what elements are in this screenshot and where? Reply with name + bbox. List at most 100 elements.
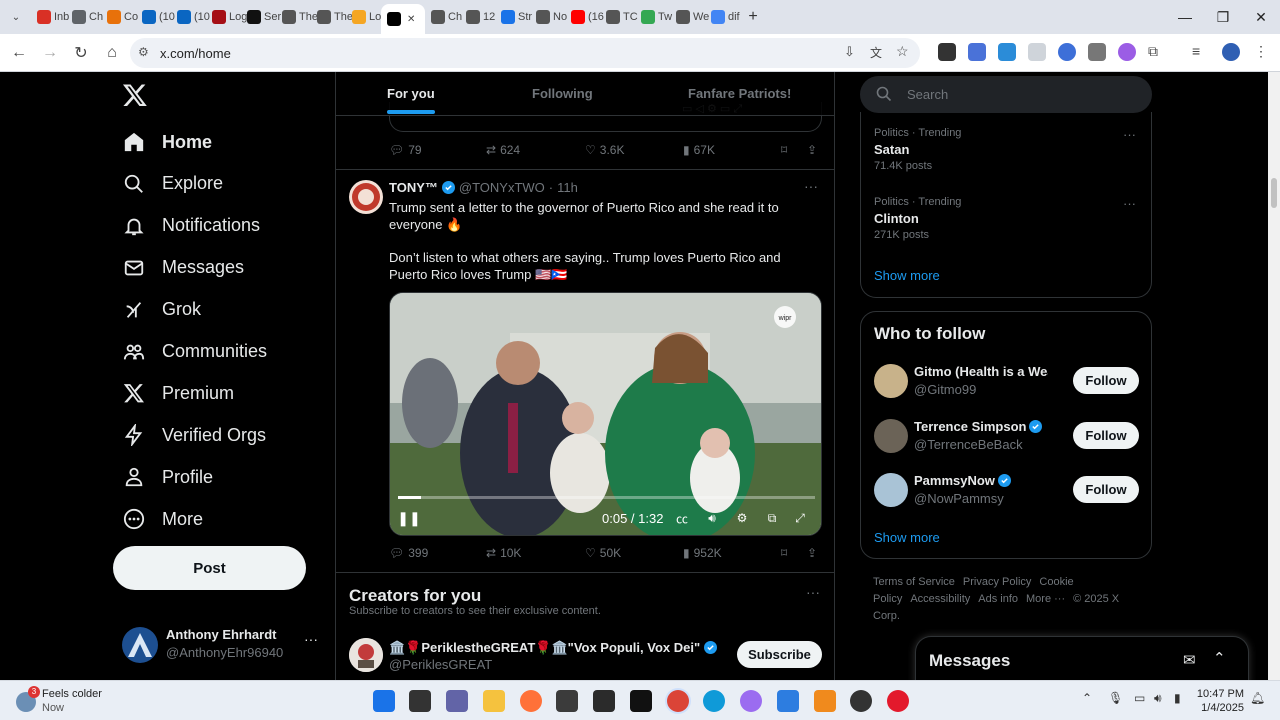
repost-button[interactable]: ⇄ 10K — [486, 546, 521, 560]
trends-show-more-link[interactable]: Show more — [874, 268, 940, 283]
reload-icon[interactable]: ↻ — [66, 38, 96, 68]
avatar[interactable] — [874, 473, 908, 507]
subscribe-button[interactable]: Subscribe — [737, 641, 822, 668]
nav-item-grok[interactable]: Grok — [122, 295, 201, 325]
browser-tab[interactable]: (10 — [136, 4, 175, 30]
system-clock[interactable]: 10:47 PM 1/4/2025 — [1196, 687, 1244, 715]
account-switcher[interactable]: Anthony Ehrhardt @AnthonyEhr96940 ··· — [122, 625, 327, 665]
weather-widget[interactable]: 3 Feels colder Now — [14, 686, 134, 716]
browser-tab[interactable]: Log — [206, 4, 247, 30]
notification-bell-icon[interactable]: 🔔︎ — [1250, 691, 1265, 705]
volume-icon[interactable]: 🔊︎ — [703, 509, 721, 527]
footer-link[interactable]: More ··· — [1026, 593, 1065, 605]
tab-for-you[interactable]: For you — [387, 86, 435, 114]
nav-item-home[interactable]: Home — [122, 127, 212, 157]
trend-item[interactable]: Politics · Trending Satan 71.4K posts ··· — [874, 127, 1144, 172]
nav-item-verified-orgs[interactable]: Verified Orgs — [122, 420, 266, 450]
settings-gear-icon[interactable]: ⚙ — [733, 509, 751, 527]
expand-drawer-icon[interactable]: ⌃ — [1213, 649, 1226, 667]
picture-in-picture-icon[interactable]: ⧉ — [763, 509, 781, 527]
chrome-icon[interactable] — [667, 690, 689, 712]
follow-button[interactable]: Follow — [1073, 421, 1139, 449]
home-page-icon[interactable]: ⌂ — [97, 38, 127, 68]
media-control-icon[interactable]: ≡ — [1192, 43, 1210, 61]
bookmark-button[interactable]: ⌑ — [781, 546, 787, 560]
follow-suggestion[interactable]: Terrence Simpson @TerrenceBeBack Follow — [861, 413, 1151, 457]
browser-tab[interactable]: No — [530, 4, 567, 30]
vlc-icon[interactable] — [814, 690, 836, 712]
app-icon[interactable] — [850, 690, 872, 712]
captions-icon[interactable]: ㏄ — [673, 509, 691, 527]
share-button[interactable]: ⇪ — [807, 546, 817, 560]
minimize-icon[interactable]: — — [1166, 0, 1204, 34]
battery-icon[interactable]: ▮ — [1174, 691, 1181, 705]
new-tab-button[interactable]: + — [740, 8, 766, 26]
profile-avatar-icon[interactable] — [1222, 43, 1240, 61]
browser-tab[interactable]: We — [670, 4, 709, 30]
task-view-icon[interactable] — [409, 690, 431, 712]
extension-icon[interactable] — [1118, 43, 1136, 61]
bookmark-star-icon[interactable]: ☆ — [896, 43, 909, 60]
author-name[interactable]: TONY™ — [389, 180, 438, 195]
site-info-icon[interactable]: ⚙ — [138, 45, 149, 59]
like-button[interactable]: ♡ 50K — [585, 546, 621, 560]
terminal-icon[interactable] — [593, 690, 615, 712]
tray-chevron-icon[interactable]: ⌃ — [1082, 691, 1092, 705]
account-more-icon[interactable]: ··· — [304, 631, 318, 647]
browser-tab[interactable]: (16 — [565, 4, 604, 30]
microphone-icon[interactable]: 🎙︎ — [1108, 691, 1123, 705]
browser-tab[interactable]: Co — [101, 4, 138, 30]
follow-show-more-link[interactable]: Show more — [874, 530, 940, 545]
teams-icon[interactable] — [446, 690, 468, 712]
extension-icon[interactable] — [1058, 43, 1076, 61]
fullscreen-icon[interactable]: ⤢ — [791, 509, 809, 527]
bookmark-button[interactable]: ⌑ — [781, 143, 787, 157]
follow-suggestion[interactable]: PammsyNow @NowPammsy Follow — [861, 467, 1151, 511]
avatar[interactable] — [349, 638, 383, 672]
extension-icon[interactable] — [968, 43, 986, 61]
tweet-more-icon[interactable]: ··· — [804, 178, 818, 194]
forward-icon[interactable]: → — [35, 38, 65, 68]
footer-link[interactable]: Ads info — [978, 593, 1018, 605]
tab-following[interactable]: Following — [532, 86, 593, 101]
start-windows-icon[interactable] — [373, 690, 395, 712]
nav-item-more[interactable]: More — [122, 504, 203, 534]
avatar[interactable] — [349, 180, 383, 214]
footer-link[interactable]: Privacy Policy — [963, 576, 1031, 588]
tweet-time[interactable]: 11h — [557, 180, 578, 195]
views-button[interactable]: ▮ 67K — [683, 143, 715, 157]
nav-item-notifications[interactable]: Notifications — [122, 211, 260, 241]
repost-button[interactable]: ⇄ 624 — [486, 143, 520, 157]
browser-tab[interactable]: The — [276, 4, 318, 30]
video-progress-bar[interactable] — [398, 496, 815, 499]
browser-menu-icon[interactable]: ⋮ — [1252, 43, 1270, 61]
follow-button[interactable]: Follow — [1073, 476, 1139, 503]
page-scrollbar[interactable] — [1268, 72, 1280, 680]
browser-tab[interactable]: Inb — [31, 4, 69, 30]
url-field[interactable]: ⚙ x.com/home ⇩ 文 ☆ — [130, 38, 920, 68]
close-tab-icon[interactable]: ✕ — [407, 14, 415, 25]
avatar[interactable] — [874, 364, 908, 398]
file-explorer-icon[interactable] — [483, 690, 505, 712]
views-button[interactable]: ▮ 952K — [683, 546, 722, 560]
back-icon[interactable]: ← — [4, 38, 34, 68]
copilot-icon[interactable] — [740, 690, 762, 712]
pause-icon[interactable]: ❚❚ — [397, 509, 420, 527]
follow-suggestion[interactable]: Gitmo (Health is a Wea @Gitmo99 Follow — [861, 358, 1151, 402]
console-icon[interactable] — [630, 690, 652, 712]
extension-icon[interactable] — [998, 43, 1016, 61]
messages-drawer[interactable]: Messages ✉ ⌃ — [915, 636, 1249, 680]
browser-tab[interactable]: (10 — [171, 4, 210, 30]
browser-tab[interactable]: Str — [495, 4, 532, 30]
maximize-icon[interactable]: ❐ — [1204, 0, 1242, 34]
author-handle[interactable]: @TONYxTWO — [459, 180, 545, 195]
extensions-puzzle-icon[interactable]: ⧉ — [1148, 43, 1166, 61]
store-icon[interactable] — [777, 690, 799, 712]
edge-icon[interactable] — [703, 690, 725, 712]
browser-tab[interactable]: The — [311, 4, 353, 30]
share-button[interactable]: ⇪ — [807, 143, 817, 157]
scrollbar-thumb[interactable] — [1271, 178, 1277, 208]
new-message-icon[interactable]: ✉ — [1183, 651, 1196, 669]
browser-tab[interactable]: ✕ — [381, 4, 425, 34]
tab-search-chevron-icon[interactable]: ⌄ — [1, 2, 31, 32]
